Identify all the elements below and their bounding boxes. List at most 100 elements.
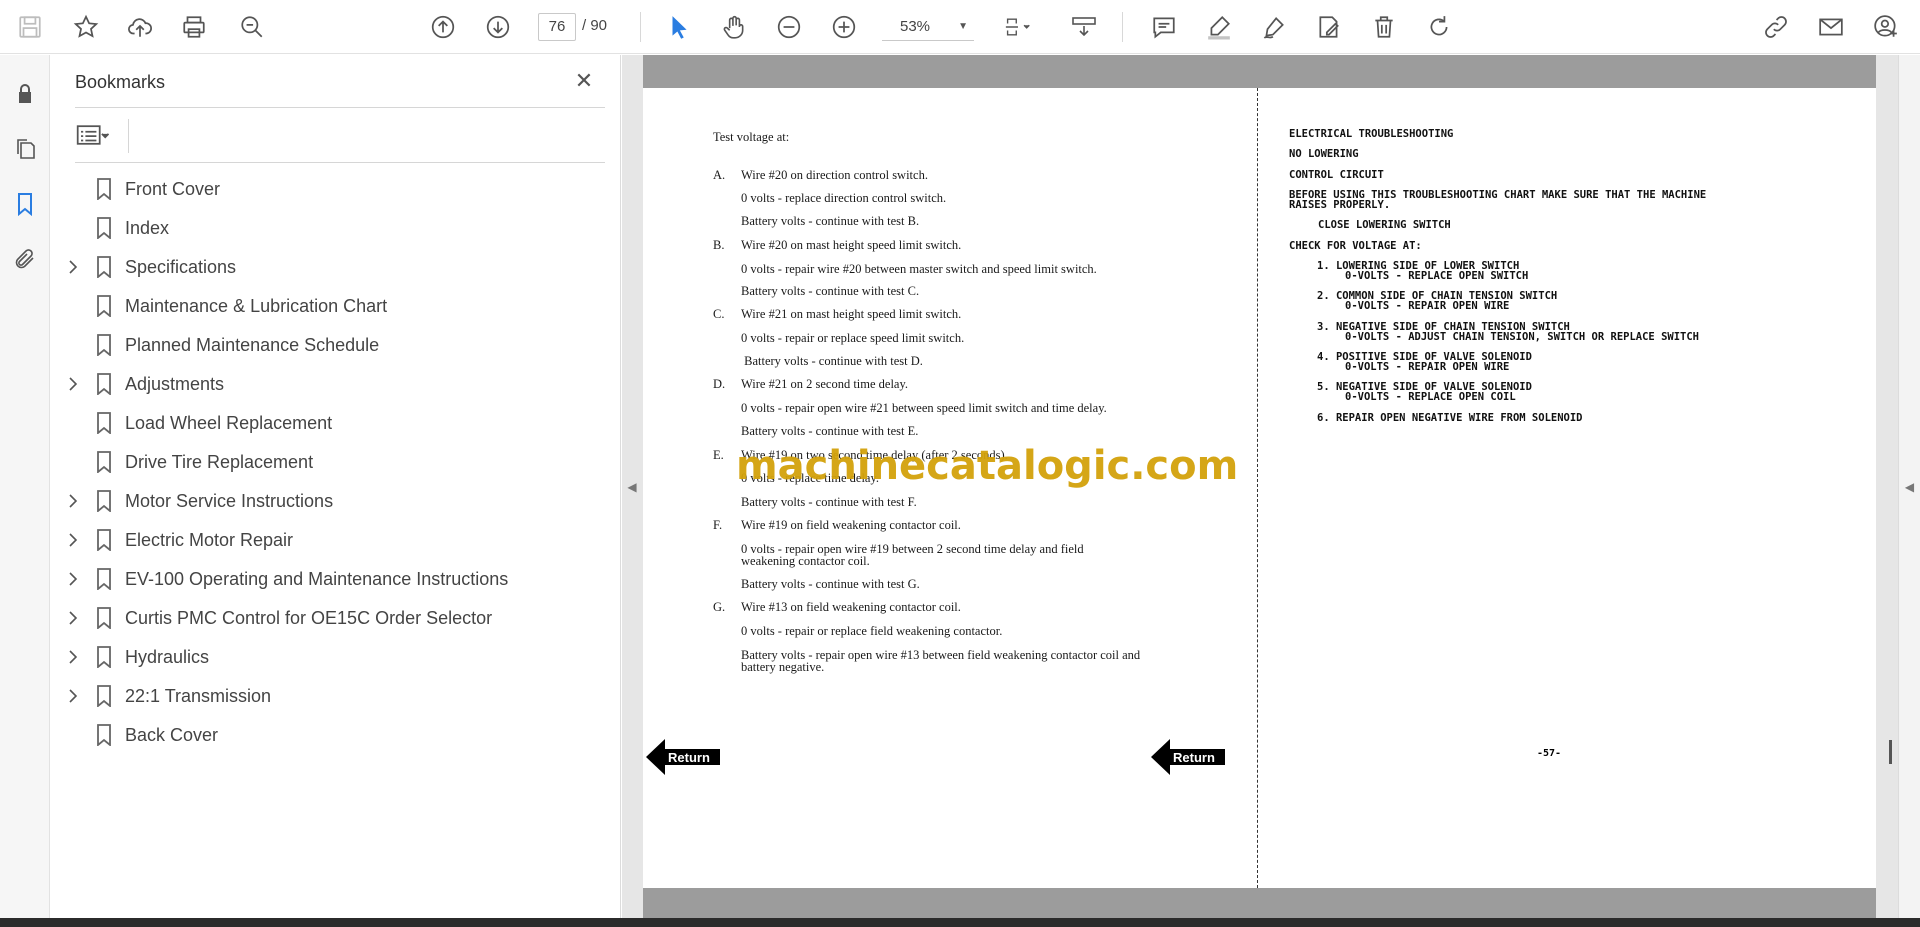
toolbar-divider <box>640 12 641 42</box>
toolbar: 76 / 90 53% ▼ <box>0 0 1920 54</box>
collapse-left-icon[interactable]: ◀ <box>622 55 642 918</box>
attachment-icon[interactable] <box>9 243 41 275</box>
page-down-icon[interactable] <box>482 11 514 43</box>
bookmark-item[interactable]: 22:1 Transmission <box>51 677 621 715</box>
chevron-right-icon[interactable] <box>65 571 81 587</box>
lock-icon[interactable] <box>9 78 41 110</box>
bookmark-item[interactable]: Specifications <box>51 248 621 286</box>
print-icon[interactable] <box>178 11 210 43</box>
zoom-select[interactable]: 53% ▼ <box>882 13 974 41</box>
zoom-out-icon[interactable] <box>773 11 805 43</box>
page-total: / 90 <box>582 17 608 34</box>
text-line: 0-VOLTS - REPAIR OPEN WIRE <box>1345 361 1510 373</box>
page-divider <box>1257 88 1258 888</box>
chevron-right-icon[interactable] <box>65 532 81 548</box>
bookmark-label: Load Wheel Replacement <box>125 412 333 433</box>
bookmark-item[interactable]: Maintenance & Lubrication Chart <box>51 287 621 325</box>
divider <box>128 119 129 153</box>
chevron-right-icon[interactable] <box>65 688 81 704</box>
page-number-input[interactable]: 76 <box>538 13 576 41</box>
fill-sign-icon[interactable] <box>1313 11 1345 43</box>
comment-icon[interactable] <box>1148 11 1180 43</box>
bookmark-item[interactable]: Index <box>51 209 621 247</box>
text-line: 0-VOLTS - REPAIR OPEN WIRE <box>1345 300 1510 312</box>
chevron-right-icon[interactable] <box>65 610 81 626</box>
return-label: Return <box>1173 750 1215 765</box>
return-label: Return <box>668 750 710 765</box>
text-line: Wire #20 on direction control switch. <box>741 168 928 182</box>
text-line: 0-VOLTS - REPLACE OPEN COIL <box>1345 391 1516 403</box>
bookmark-label: Index <box>125 217 170 238</box>
bookmark-icon <box>95 606 113 630</box>
chevron-right-icon[interactable] <box>65 493 81 509</box>
chevron-right-icon[interactable] <box>65 649 81 665</box>
bookmark-item[interactable]: Planned Maintenance Schedule <box>51 326 621 364</box>
bookmark-item[interactable]: Back Cover <box>51 716 621 754</box>
rotate-icon[interactable] <box>1423 11 1455 43</box>
account-icon[interactable] <box>1870 11 1902 43</box>
text-line: NO LOWERING <box>1289 148 1359 160</box>
bookmark-options-button[interactable] <box>75 120 125 150</box>
share-link-icon[interactable] <box>1760 11 1792 43</box>
find-icon[interactable] <box>236 11 268 43</box>
text-line: Wire #21 on mast height speed limit swit… <box>741 307 962 321</box>
divider <box>75 107 605 108</box>
page-spread: Test voltage at: A. Wire #20 on direction… <box>643 88 1876 888</box>
sign-icon[interactable] <box>1258 11 1290 43</box>
highlight-icon[interactable] <box>1203 11 1235 43</box>
mail-icon[interactable] <box>1815 11 1847 43</box>
chevron-right-icon[interactable] <box>65 259 81 275</box>
bookmark-item[interactable]: Motor Service Instructions <box>51 482 621 520</box>
bookmark-item[interactable]: Load Wheel Replacement <box>51 404 621 442</box>
bookmark-label: Specifications <box>125 256 237 277</box>
delete-icon[interactable] <box>1368 11 1400 43</box>
bookmark-label: 22:1 Transmission <box>125 685 272 706</box>
star-icon[interactable] <box>70 11 102 43</box>
bookmark-item[interactable]: EV-100 Operating and Maintenance Instruc… <box>51 560 621 598</box>
text-line: 6. REPAIR OPEN NEGATIVE WIRE FROM SOLENO… <box>1317 412 1583 424</box>
return-button-left[interactable]: Return <box>646 738 736 780</box>
list-options-icon <box>76 125 109 145</box>
page-up-icon[interactable] <box>427 11 459 43</box>
scrollbar-thumb[interactable] <box>1889 740 1892 764</box>
bookmark-item[interactable]: Front Cover <box>51 170 621 208</box>
text-line: Battery volts - continue with test D. <box>741 354 923 368</box>
text-line: battery negative. <box>741 660 825 674</box>
watermark: machinecatalogic.com <box>736 443 1239 489</box>
text-line: Battery volts - continue with test E. <box>741 424 919 438</box>
save-icon[interactable] <box>14 11 46 43</box>
bookmark-label: Front Cover <box>125 178 221 199</box>
bookmarks-panel: Bookmarks ✕ Front Cover Index Specificatio… <box>51 55 621 918</box>
bookmark-label: Curtis PMC Control for OE15C Order Selec… <box>125 607 493 628</box>
navigation-rail <box>0 55 50 918</box>
bookmark-item[interactable]: Adjustments <box>51 365 621 403</box>
text-line: CLOSE LOWERING SWITCH <box>1318 219 1451 231</box>
fit-page-icon[interactable] <box>997 11 1039 43</box>
text-line: 0 volts - repair wire #20 between master… <box>741 262 1097 276</box>
text-line: 0-VOLTS - ADJUST CHAIN TENSION, SWITCH O… <box>1345 331 1700 343</box>
bookmark-icon[interactable] <box>9 188 41 220</box>
zoom-value: 53% <box>900 18 931 35</box>
pages-icon[interactable] <box>9 133 41 165</box>
scroll-mode-icon[interactable] <box>1067 11 1101 43</box>
bookmark-item[interactable]: Hydraulics <box>51 638 621 676</box>
page-heading: Test voltage at: <box>713 130 790 144</box>
collapse-right-icon[interactable]: ◀ <box>1898 55 1920 918</box>
item-letter: C. <box>713 307 725 321</box>
bookmark-icon <box>95 294 113 318</box>
zoom-in-icon[interactable] <box>828 11 860 43</box>
text-line: Wire #20 on mast height speed limit swit… <box>741 238 962 252</box>
close-icon[interactable]: ✕ <box>570 67 598 95</box>
bookmark-item[interactable]: Electric Motor Repair <box>51 521 621 559</box>
select-cursor-icon[interactable] <box>663 11 695 43</box>
return-button-right[interactable]: Return <box>1151 738 1241 780</box>
text-line: ELECTRICAL TROUBLESHOOTING <box>1289 128 1454 140</box>
bookmark-item[interactable]: Drive Tire Replacement <box>51 443 621 481</box>
chevron-right-icon[interactable] <box>65 376 81 392</box>
text-line: 0 volts - replace direction control swit… <box>741 191 947 205</box>
bookmark-item[interactable]: Curtis PMC Control for OE15C Order Selec… <box>51 599 621 637</box>
hand-icon[interactable] <box>718 11 750 43</box>
text-line: weakening contactor coil. <box>741 554 870 568</box>
upload-icon[interactable] <box>124 11 156 43</box>
text-line: 0 volts - repair or replace field weaken… <box>741 624 1003 638</box>
